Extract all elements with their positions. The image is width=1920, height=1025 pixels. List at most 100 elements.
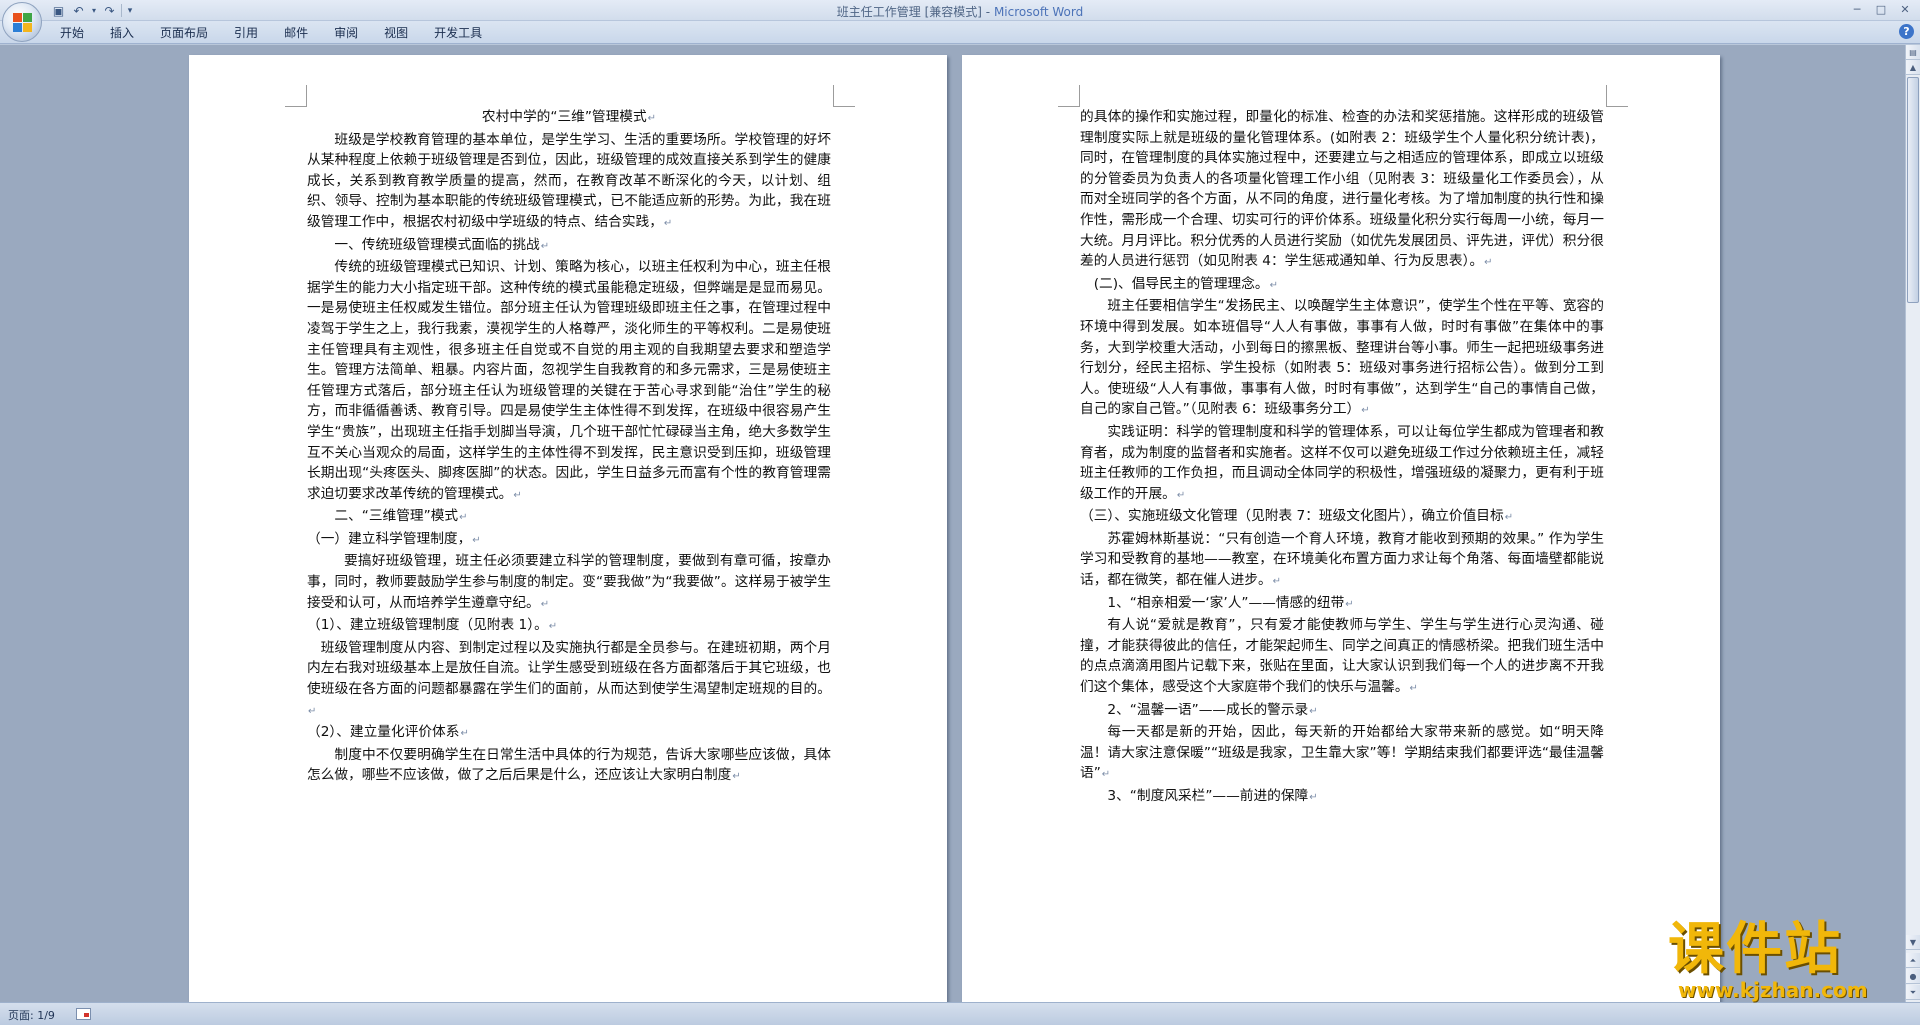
paragraph[interactable]: 制度中不仅要明确学生在日常生活中具体的行为规范，告诉大家哪些应该做，具体怎么做，… (307, 745, 831, 788)
paragraph[interactable]: 农村中学的“三维”管理模式↵ (307, 107, 831, 130)
paragraph[interactable]: 有人说“爱就是教育”，只有爱才能使教师与学生、学生与学生进行心灵沟通、碰撞，才能… (1080, 615, 1604, 699)
paragraph[interactable]: 班级管理制度从内容、到制定过程以及实施执行都是全员参与。在建班初期，两个月内左右… (307, 638, 831, 722)
window-title: 班主任工作管理 [兼容模式] - Microsoft Word (0, 3, 1920, 20)
paragraph[interactable]: 班主任要相信学生“发扬民主、以唤醒学生主体意识”，使学生个性在平等、宽容的环境中… (1080, 296, 1604, 422)
paragraph-text: 2、“温馨一语”——成长的警示录 (1107, 701, 1309, 718)
watermark-title: 课件站 (1668, 917, 1842, 982)
paragraph[interactable]: 3、“制度风采栏”——前进的保障↵ (1080, 786, 1604, 809)
help-icon[interactable]: ? (1899, 24, 1914, 39)
document-area: 农村中学的“三维”管理模式↵ 班级是学校教育管理的基本单位，是学生学习、生活的重要… (0, 45, 1905, 1002)
paragraph-text: （2）、建立量化评价体系 (307, 724, 460, 741)
close-icon[interactable]: ✕ (1894, 1, 1916, 18)
paragraph[interactable]: （2）、建立量化评价体系↵ (307, 722, 831, 745)
paragraph-mark-icon: ↵ (1101, 769, 1111, 781)
ribbon-tabs: 开始 插入 页面布局 引用 邮件 审阅 视图 开发工具 (47, 24, 495, 42)
paragraph-text: 有人说“爱就是教育”，只有爱才能使教师与学生、学生与学生进行心灵沟通、碰撞，才能… (1080, 617, 1604, 696)
paragraph[interactable]: 每一天都是新的开始，因此，每天新的开始都给大家带来新的感觉。如“明天降温！请大家… (1080, 722, 1604, 786)
paragraph-text: （三）、实施班级文化管理（见附表 7：班级文化图片），确立价值目标 (1080, 508, 1504, 525)
scroll-up-icon[interactable]: ▲ (1906, 60, 1920, 75)
window-controls: ─ □ ✕ (1846, 1, 1916, 18)
vertical-scrollbar[interactable]: ▤ ▲ ▼ ⏶ ● ⏷ (1905, 45, 1920, 1002)
paragraph-mark-icon: ↵ (548, 621, 558, 633)
document-name: 班主任工作管理 [兼容模式] (836, 5, 982, 19)
ribbon-tab[interactable]: 邮件 (271, 24, 321, 42)
page-2-text[interactable]: 的具体的操作和实施过程，即量化的标准、检查的办法和奖惩措施。这样形成的班级管理制… (1080, 107, 1604, 809)
watermark-logo: 课件站 www.kjzhan.com (1668, 917, 1918, 1003)
paragraph-mark-icon: ↵ (459, 512, 468, 524)
paragraph[interactable]: （一）建立科学管理制度，↵ (307, 529, 831, 552)
paragraph[interactable]: 一、传统班级管理模式面临的挑战↵ (307, 235, 831, 258)
ribbon-tab[interactable]: 审阅 (321, 24, 371, 42)
paragraph-text: 的具体的操作和实施过程，即量化的标准、检查的办法和奖惩措施。这样形成的班级管理制… (1080, 109, 1604, 270)
status-bar: 页面: 1/9 (0, 1002, 1920, 1025)
paragraph-text: 要搞好班级管理，班主任必须要建立科学的管理制度，要做到有章可循，按章办事，同时，… (307, 553, 831, 611)
paragraph-mark-icon: ↵ (732, 771, 741, 783)
office-button-icon (13, 13, 33, 33)
paragraph-mark-icon: ↵ (647, 113, 657, 124)
paragraph-mark-icon: ↵ (308, 705, 317, 717)
paragraph[interactable]: （三）、实施班级文化管理（见附表 7：班级文化图片），确立价值目标↵ (1080, 506, 1604, 529)
title-bar: ▣ ↶ ▾ ↷ ▾ 班主任工作管理 [兼容模式] - Microsoft Wor… (0, 0, 1920, 21)
ribbon-tab[interactable]: 开始 (47, 24, 97, 42)
paragraph[interactable]: 二、“三维管理”模式↵ (307, 506, 831, 529)
paragraph-text: (二)、倡导民主的管理理念。 (1093, 275, 1269, 292)
paragraph-mark-icon: ↵ (540, 240, 550, 252)
ribbon-tab[interactable]: 开发工具 (421, 24, 495, 42)
paragraph-mark-icon: ↵ (1504, 512, 1514, 524)
watermark-url: www.kjzhan.com (1678, 978, 1868, 1002)
paragraph-text: 班级管理制度从内容、到制定过程以及实施执行都是全员参与。在建班初期，两个月内左右… (307, 639, 831, 698)
paragraph-mark-icon: ↵ (1345, 598, 1354, 610)
ruler-toggle-icon[interactable]: ▤ (1906, 45, 1920, 60)
paragraph-text: 二、“三维管理”模式 (334, 508, 459, 525)
ribbon-tab[interactable]: 插入 (97, 24, 147, 42)
paragraph[interactable]: 2、“温馨一语”——成长的警示录↵ (1080, 700, 1604, 723)
paragraph-mark-icon: ↵ (1269, 279, 1279, 291)
paragraph[interactable]: 传统的班级管理模式已知识、计划、策略为核心，以班主任权利为中心，班主任根据学生的… (307, 257, 831, 506)
paragraph-mark-icon: ↵ (1484, 257, 1493, 269)
crop-mark-top-right (833, 85, 855, 107)
crop-mark-top-right (1606, 85, 1628, 107)
paragraph-text: 1、“相亲相爱一‘家’人”——情感的纽带 (1107, 594, 1345, 611)
paragraph[interactable]: 实践证明：科学的管理制度和科学的管理体系，可以让每位学生都成为管理者和教育者，成… (1080, 422, 1604, 506)
paragraph-mark-icon: ↵ (1361, 405, 1370, 417)
paragraph[interactable]: 要搞好班级管理，班主任必须要建立科学的管理制度，要做到有章可循，按章办事，同时，… (307, 551, 831, 615)
paragraph-text: 农村中学的“三维”管理模式 (481, 109, 647, 125)
paragraph[interactable]: （1）、建立班级管理制度（见附表 1）。↵ (307, 615, 831, 638)
paragraph-text: 每一天都是新的开始，因此，每天新的开始都给大家带来新的感觉。如“明天降温！请大家… (1080, 724, 1604, 782)
paragraph[interactable]: 苏霍姆林斯基说：“只有创造一个育人环境，教育才能收到预期的效果。” 作为学生学习… (1080, 529, 1604, 593)
page-2[interactable]: 的具体的操作和实施过程，即量化的标准、检查的办法和奖惩措施。这样形成的班级管理制… (962, 55, 1720, 1002)
paragraph-text: 一、传统班级管理模式面临的挑战 (334, 236, 540, 253)
paragraph-text: 传统的班级管理模式已知识、计划、策略为核心，以班主任权利为中心，班主任根据学生的… (307, 259, 831, 502)
paragraph-mark-icon: ↵ (540, 598, 550, 610)
page-1-text[interactable]: 农村中学的“三维”管理模式↵ 班级是学校教育管理的基本单位，是学生学习、生活的重要… (307, 107, 831, 788)
paragraph-mark-icon: ↵ (1272, 576, 1282, 588)
paragraph-mark-icon: ↵ (1176, 489, 1186, 501)
maximize-icon[interactable]: □ (1870, 1, 1892, 18)
paragraph-mark-icon: ↵ (663, 217, 673, 229)
minimize-icon[interactable]: ─ (1846, 1, 1868, 18)
paragraph-text: 苏霍姆林斯基说：“只有创造一个育人环境，教育才能收到预期的效果。” 作为学生学习… (1080, 530, 1604, 589)
paragraph-mark-icon: ↵ (472, 534, 481, 546)
ribbon-tab[interactable]: 页面布局 (147, 24, 221, 42)
ribbon-tab[interactable]: 引用 (221, 24, 271, 42)
paragraph[interactable]: (二)、倡导民主的管理理念。↵ (1080, 274, 1604, 297)
paragraph[interactable]: 1、“相亲相爱一‘家’人”——情感的纽带↵ (1080, 593, 1604, 616)
page-count[interactable]: 页面: 1/9 (8, 1007, 55, 1023)
crop-mark-top-left (285, 85, 307, 107)
crop-mark-top-left (1058, 85, 1080, 107)
paragraph[interactable]: 班级是学校教育管理的基本单位，是学生学习、生活的重要场所。学校管理的好坏从某种程… (307, 130, 831, 235)
app-name: Microsoft Word (993, 5, 1084, 19)
page-1[interactable]: 农村中学的“三维”管理模式↵ 班级是学校教育管理的基本单位，是学生学习、生活的重要… (189, 55, 947, 1002)
title-separator: - (981, 5, 994, 19)
proofing-icon[interactable] (76, 1008, 91, 1020)
ribbon-tab[interactable]: 视图 (371, 24, 421, 42)
office-button[interactable] (2, 2, 42, 42)
paragraph-text: 班级是学校教育管理的基本单位，是学生学习、生活的重要场所。学校管理的好坏从某种程… (307, 131, 831, 230)
paragraph[interactable]: 的具体的操作和实施过程，即量化的标准、检查的办法和奖惩措施。这样形成的班级管理制… (1080, 107, 1604, 274)
paragraph-mark-icon: ↵ (460, 728, 469, 740)
paragraph-mark-icon: ↵ (1409, 683, 1418, 695)
paragraph-text: 3、“制度风采栏”——前进的保障 (1107, 788, 1309, 804)
scroll-thumb[interactable] (1907, 77, 1919, 303)
paragraph-mark-icon: ↵ (1309, 705, 1318, 717)
paragraph-text: 制度中不仅要明确学生在日常生活中具体的行为规范，告诉大家哪些应该做，具体怎么做，… (307, 746, 831, 784)
